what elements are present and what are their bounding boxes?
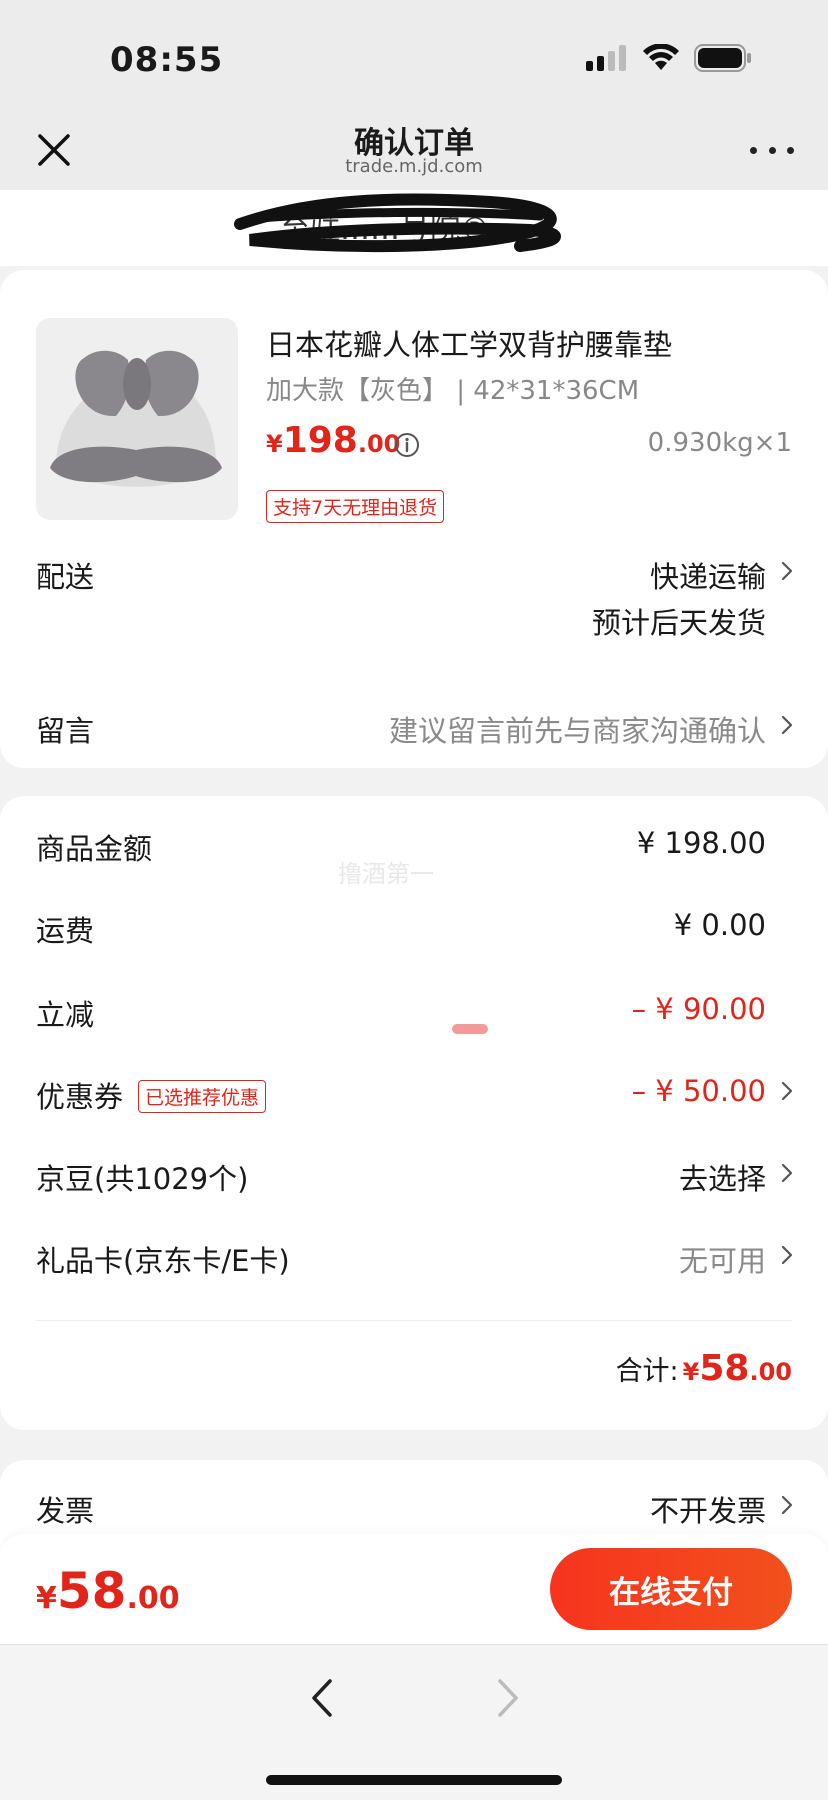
status-time: 08:55	[110, 40, 224, 80]
red-mark	[452, 1024, 488, 1034]
product-price: ¥198.00	[266, 420, 401, 461]
watermark: 撸酒第一	[338, 860, 434, 888]
coupon-recommended-badge: 已选推荐优惠	[138, 1080, 267, 1113]
goods-amount-label: 商品金额	[36, 832, 153, 866]
status-icons	[586, 44, 752, 72]
status-bar: 08:55	[0, 0, 828, 110]
message-input[interactable]: 建议留言前先与商家沟通确认	[389, 708, 766, 750]
jd-beans-select[interactable]: 去选择	[679, 1156, 766, 1198]
product-spec: 加大款【灰色】 | 42*31*36CM	[266, 376, 640, 406]
divider	[36, 1320, 792, 1321]
chevron-right-icon[interactable]	[780, 560, 794, 582]
price-summary-card: 撸酒第一 商品金额 ¥ 198.00 运费 ¥ 0.00 立减 – ¥ 90.0…	[0, 796, 828, 1430]
pay-bar: ¥58.00 在线支付	[0, 1534, 828, 1644]
back-arrow-icon[interactable]	[306, 1675, 336, 1721]
delivery-label: 配送	[36, 560, 95, 594]
product-name: 日本花瓣人体工学双背护腰靠垫	[266, 328, 673, 362]
battery-icon	[694, 44, 751, 72]
chevron-right-icon[interactable]	[780, 1244, 794, 1266]
return-policy-badge: 支持7天无理由退货	[266, 490, 445, 523]
cellular-signal-icon	[586, 45, 626, 71]
delivery-method[interactable]: 快递运输	[650, 554, 766, 596]
pay-online-button[interactable]: 在线支付	[550, 1548, 792, 1630]
page-url: trade.m.jd.com	[345, 156, 483, 177]
product-card: 日本花瓣人体工学双背护腰靠垫 加大款【灰色】 | 42*31*36CM ¥198…	[0, 270, 828, 768]
instant-discount-label: 立减	[36, 998, 95, 1032]
redaction-scribble	[234, 193, 561, 253]
coupon-value[interactable]: – ¥ 50.00	[632, 1074, 766, 1108]
info-icon[interactable]	[394, 432, 420, 458]
more-icon[interactable]	[750, 130, 794, 170]
gift-card-label: 礼品卡(京东卡/E卡)	[36, 1244, 290, 1278]
nav-bar: 确认订单 trade.m.jd.com	[0, 110, 828, 190]
chevron-right-icon[interactable]	[780, 1080, 794, 1102]
shipping-value: ¥ 0.00	[673, 908, 766, 942]
chevron-right-icon[interactable]	[780, 1162, 794, 1184]
message-label: 留言	[36, 714, 95, 748]
shipping-label: 运费	[36, 914, 95, 948]
delivery-eta: 预计后天发货	[591, 606, 766, 640]
browser-toolbar	[0, 1644, 828, 1800]
goods-amount-value: ¥ 198.00	[636, 826, 766, 860]
jd-beans-label: 京豆(共1029个)	[36, 1162, 249, 1196]
invoice-value[interactable]: 不开发票	[650, 1488, 766, 1530]
address-strip[interactable]: 至驻……号院®	[0, 190, 828, 266]
chevron-right-icon[interactable]	[780, 1494, 794, 1516]
gift-card-value[interactable]: 无可用	[679, 1238, 766, 1280]
invoice-label: 发票	[36, 1494, 95, 1528]
product-weight-quantity: 0.930kg×1	[647, 428, 792, 458]
order-total: 合计: ¥58.00	[615, 1348, 792, 1389]
instant-discount-value: – ¥ 90.00	[631, 992, 766, 1026]
product-image[interactable]	[36, 318, 238, 520]
forward-arrow-icon[interactable]	[494, 1675, 524, 1721]
wifi-icon	[643, 44, 679, 70]
pay-amount: ¥58.00	[36, 1562, 180, 1620]
home-indicator	[266, 1775, 562, 1785]
coupon-label: 优惠券	[36, 1080, 124, 1114]
chevron-right-icon[interactable]	[780, 714, 794, 736]
